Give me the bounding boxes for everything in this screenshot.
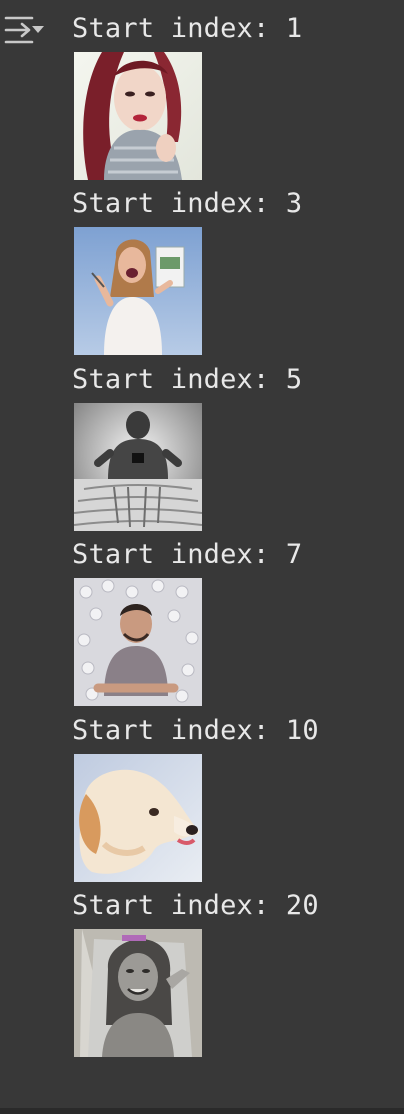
- output-entry: Start index: 5: [72, 364, 303, 531]
- woman-with-red-hair-scarf-thumbnail: [74, 52, 202, 180]
- start-index-label: Start index: 5: [72, 364, 303, 395]
- output-entry: Start index: 10: [72, 715, 319, 882]
- start-index-label: Start index: 3: [72, 188, 303, 219]
- output-entry: Start index: 3: [72, 188, 303, 355]
- man-in-water-thumbnail: [74, 403, 202, 531]
- dog-portrait-thumbnail: [74, 754, 202, 882]
- output-panel: Start index: 1 Start index: 3 Start inde…: [0, 0, 404, 1114]
- bottom-divider: [0, 1108, 404, 1114]
- output-entry: Start index: 1: [72, 13, 303, 180]
- start-index-label: Start index: 20: [72, 890, 319, 921]
- start-index-label: Start index: 1: [72, 13, 303, 44]
- start-index-label: Start index: 10: [72, 715, 319, 746]
- output-collapse-icon[interactable]: [2, 14, 48, 48]
- woman-holding-brochure-thumbnail: [74, 227, 202, 355]
- output-entry: Start index: 20: [72, 890, 319, 1057]
- woman-sketch-portrait-thumbnail: [74, 929, 202, 1057]
- man-lying-among-flowers-thumbnail: [74, 578, 202, 706]
- output-entry: Start index: 7: [72, 539, 303, 706]
- start-index-label: Start index: 7: [72, 539, 303, 570]
